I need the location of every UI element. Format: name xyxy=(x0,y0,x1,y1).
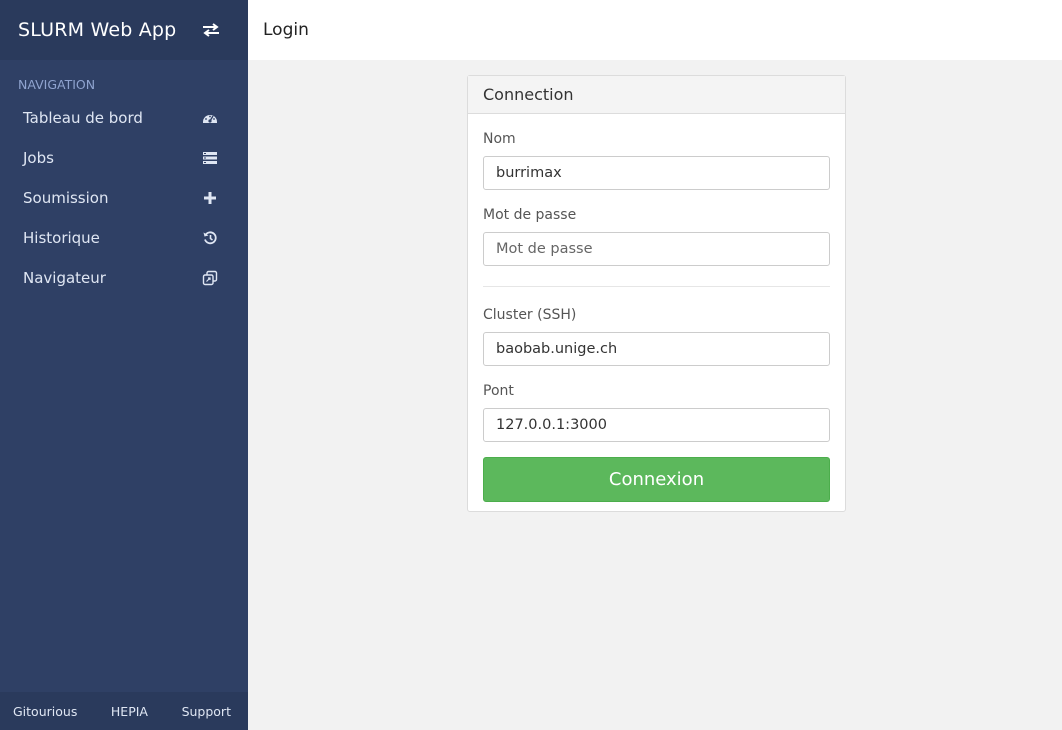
list-icon xyxy=(203,152,217,164)
sidebar-item-dashboard[interactable]: Tableau de bord xyxy=(0,98,248,138)
form-divider xyxy=(483,286,830,287)
sidebar-item-submission[interactable]: Soumission xyxy=(0,178,248,218)
sidebar-item-label: Historique xyxy=(23,229,100,247)
page-title: Login xyxy=(263,20,309,40)
sidebar-footer: Gitourious HEPIA Support xyxy=(0,692,248,730)
login-button[interactable]: Connexion xyxy=(483,457,830,502)
toggle-sidebar-button[interactable] xyxy=(202,22,220,38)
sidebar-header: SLURM Web App xyxy=(0,0,248,60)
exchange-icon xyxy=(203,23,219,37)
port-input[interactable] xyxy=(483,408,830,442)
sidebar-item-browser[interactable]: Navigateur xyxy=(0,258,248,298)
footer-link-hepia[interactable]: HEPIA xyxy=(111,704,148,719)
cluster-input[interactable] xyxy=(483,332,830,366)
footer-link-gitourious[interactable]: Gitourious xyxy=(13,704,77,719)
panel-title: Connection xyxy=(483,85,574,104)
panel-heading: Connection xyxy=(468,76,845,114)
app-title[interactable]: SLURM Web App xyxy=(18,19,176,41)
sidebar-item-label: Tableau de bord xyxy=(23,109,143,127)
sidebar-item-history[interactable]: Historique xyxy=(0,218,248,258)
browser-icon xyxy=(202,270,218,286)
footer-link-support[interactable]: Support xyxy=(182,704,231,719)
nav-list: Tableau de bord Jobs Soumission Historiq… xyxy=(0,98,248,298)
name-input[interactable] xyxy=(483,156,830,190)
password-label: Mot de passe xyxy=(483,207,577,223)
history-icon xyxy=(203,231,217,245)
login-form: Nom Mot de passe Cluster (SSH) Pont Conn… xyxy=(468,131,845,502)
sidebar: SLURM Web App NAVIGATION Tableau de bord… xyxy=(0,0,248,730)
sidebar-item-label: Soumission xyxy=(23,189,109,207)
nav-heading: NAVIGATION xyxy=(18,77,96,92)
cluster-label: Cluster (SSH) xyxy=(483,307,577,323)
sidebar-item-label: Jobs xyxy=(23,149,54,167)
sidebar-item-jobs[interactable]: Jobs xyxy=(0,138,248,178)
name-label: Nom xyxy=(483,131,516,147)
top-bar: Login xyxy=(248,0,1062,60)
port-label: Pont xyxy=(483,383,514,399)
dashboard-icon xyxy=(203,115,217,123)
sidebar-item-label: Navigateur xyxy=(23,269,106,287)
login-panel: Connection Nom Mot de passe Cluster (SSH… xyxy=(467,75,846,512)
plus-icon xyxy=(204,192,216,204)
password-input[interactable] xyxy=(483,232,830,266)
